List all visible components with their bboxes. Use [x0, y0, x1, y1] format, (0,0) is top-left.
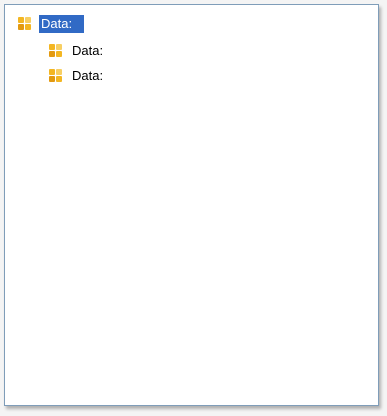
tree-node-label: Data:: [39, 15, 85, 33]
tree-node-label: Data:: [72, 68, 104, 83]
tree-node-child[interactable]: Data:: [49, 41, 107, 61]
tree-node-child[interactable]: Data:: [49, 66, 107, 86]
tree-view-panel[interactable]: Data: Data: Data:: [4, 4, 379, 406]
tree-node-root[interactable]: Data:: [18, 14, 85, 34]
tree-node-label: Data:: [72, 43, 104, 58]
data-grid-icon: [49, 44, 63, 58]
data-grid-icon: [18, 17, 32, 31]
window-frame: Data: Data: Data:: [0, 0, 387, 416]
data-grid-icon: [49, 69, 63, 83]
tree-view[interactable]: Data: Data: Data:: [5, 5, 378, 405]
